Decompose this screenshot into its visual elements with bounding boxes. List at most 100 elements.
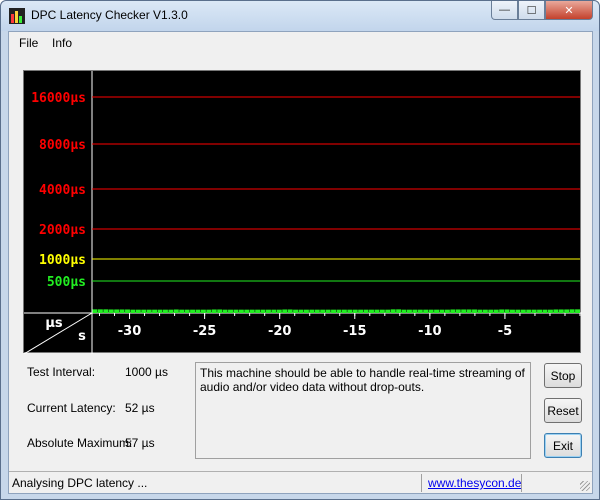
latency-bar [217,309,223,313]
latency-bar [553,309,559,313]
minimize-icon: — [499,4,510,16]
current-latency-label: Current Latency: [27,401,116,415]
latency-bar [493,309,499,313]
latency-bar [233,309,239,313]
latency-bar [390,309,396,313]
title-bar[interactable]: DPC Latency Checker V1.3.0 — ☐ ✕ [1,1,599,31]
latency-bar [325,309,331,313]
latency-bar [125,309,130,313]
close-button[interactable]: ✕ [545,1,593,20]
latency-bar [358,309,364,313]
y-label-0: 16000µs [31,91,86,106]
latency-bar [195,309,201,313]
x-unit-label: s [78,329,86,344]
resize-grip-icon[interactable] [580,481,590,491]
latency-bar [385,309,391,313]
status-text: Analysing DPC latency ... [12,476,148,490]
latency-bar [499,309,505,313]
latency-bar [157,309,163,313]
test-interval-value: 1000 µs [125,365,168,379]
latency-bar [482,309,488,313]
latency-bar [238,309,244,313]
latency-bar [455,309,461,313]
latency-bar [547,309,553,313]
website-link[interactable]: www.thesycon.de [428,476,521,490]
y-label-5: 500µs [47,275,86,290]
window-title: DPC Latency Checker V1.3.0 [31,8,188,22]
latency-bar [466,309,472,313]
current-latency-value: 52 µs [125,401,155,415]
status-divider [421,474,422,492]
app-icon [9,8,25,24]
latency-bar [206,309,212,313]
latency-bar [352,309,358,313]
latency-bar [293,309,299,313]
latency-bar [303,309,309,313]
latency-bar [135,309,141,313]
latency-bar [314,309,320,313]
latency-bar [266,309,271,313]
latency-bar [249,309,255,313]
latency-bar [184,309,190,313]
reset-button[interactable]: Reset [544,398,582,423]
latency-bar [347,309,353,313]
latency-bar [276,309,282,313]
x-label-4: -10 [418,324,442,339]
maximize-button[interactable]: ☐ [518,1,545,20]
latency-bar [173,309,179,313]
exit-button[interactable]: Exit [544,433,582,458]
maximize-icon: ☐ [526,4,537,17]
latency-bar [108,309,114,313]
latency-graph: 16000µs 8000µs 4000µs 2000µs 1000µs 500µs µs s -… [23,70,582,354]
latency-bar [428,309,434,313]
latency-bar [379,309,385,313]
latency-bar [287,309,293,313]
absolute-maximum-value: 57 µs [125,436,155,450]
latency-bar [162,309,168,313]
latency-bar [515,309,521,313]
latency-bar [179,309,185,313]
x-label-3: -15 [343,324,367,339]
latency-bar [564,309,570,313]
latency-bar [190,309,196,313]
latency-bar [510,309,515,313]
latency-bar [320,309,326,313]
latency-bar [211,309,217,313]
latency-bar [152,309,158,313]
menu-info[interactable]: Info [52,36,72,50]
latency-bar [477,309,483,313]
latency-bar [401,309,407,313]
latency-bar [341,309,347,313]
latency-bar [260,309,266,313]
minimize-button[interactable]: — [491,1,518,20]
latency-bar [423,309,429,313]
close-icon: ✕ [564,4,574,17]
latency-bar [309,309,315,313]
latency-bar [97,309,103,313]
latency-bar [141,309,147,313]
latency-bar [531,309,537,313]
latency-bar [526,309,532,313]
stop-button[interactable]: Stop [544,363,582,388]
latency-bar [228,309,233,313]
status-divider-2 [521,474,522,492]
menu-file[interactable]: File [19,36,38,50]
latency-bar [200,309,206,313]
latency-bar [92,309,98,313]
latency-bar [255,309,261,313]
latency-bar [575,309,580,313]
latency-bar [369,309,374,313]
latency-bar [331,309,336,313]
latency-bar [504,309,510,313]
app-window: DPC Latency Checker V1.3.0 — ☐ ✕ File In… [0,0,600,500]
latency-bar [374,309,380,313]
y-label-2: 4000µs [39,183,86,198]
latency-bar [537,309,543,313]
latency-bar [146,309,152,313]
x-label-0: -30 [118,324,142,339]
latency-bar [520,309,526,313]
latency-bar [450,309,456,313]
latency-bar [461,309,467,313]
status-bar: Analysing DPC latency ... www.thesycon.d… [9,471,592,493]
latency-bar [363,309,369,313]
